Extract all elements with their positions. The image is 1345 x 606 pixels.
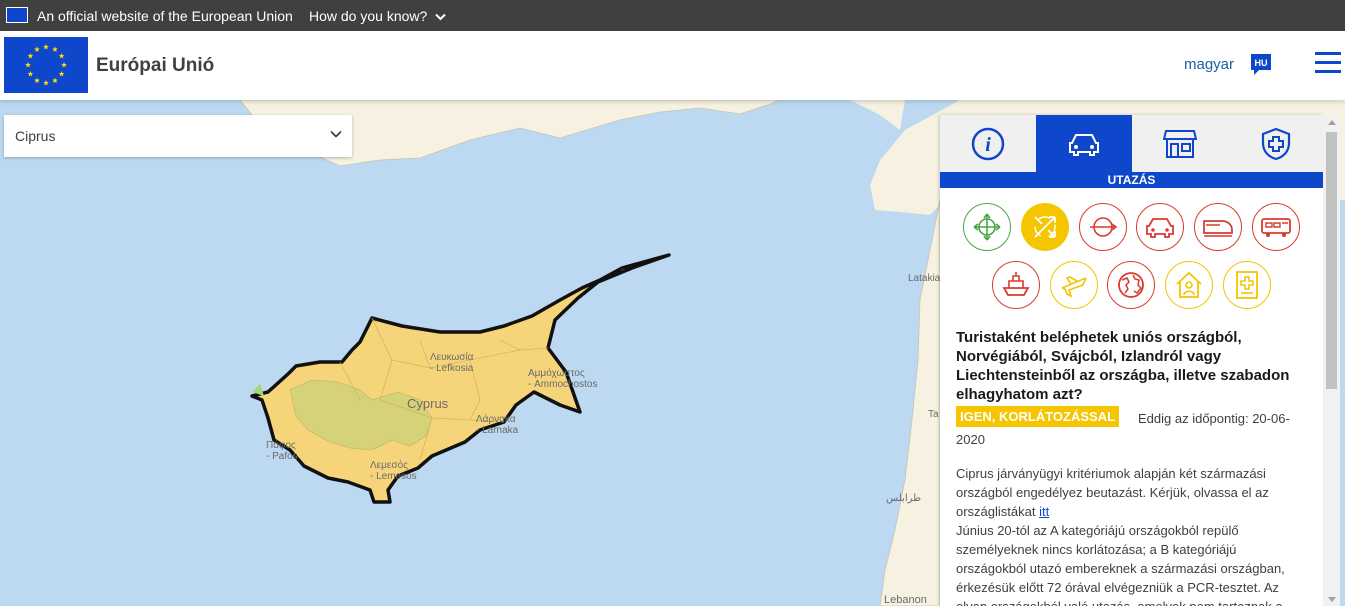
site-title[interactable]: Európai Unió [96, 55, 214, 77]
home-person-icon [1176, 271, 1202, 298]
train-icon [1203, 220, 1233, 237]
transit-icon [1090, 217, 1118, 237]
crossing-arrows-icon [1034, 216, 1056, 238]
info-panel: i UTAZÁS Turistaként beléphetek uniós or… [940, 115, 1323, 606]
country-select-value: Ciprus [15, 128, 56, 144]
panel-tabs: i [940, 115, 1323, 172]
map-label-famagusta: Αμμόχωστος - Ammochostos [528, 368, 598, 390]
category-train[interactable] [1194, 203, 1242, 251]
eu-star [34, 46, 40, 52]
tab-health[interactable] [1228, 115, 1323, 172]
tab-info[interactable]: i [940, 115, 1036, 172]
map-label-larnaca: Λάρνακα - Larnaka [476, 414, 519, 436]
bus-icon [1261, 218, 1291, 237]
eu-star [27, 71, 34, 77]
eu-star [58, 71, 65, 77]
car-icon [1146, 218, 1174, 238]
map-label-tartus: Ta [928, 409, 939, 420]
eu-logo[interactable] [4, 37, 88, 93]
eu-star [43, 44, 49, 50]
tab-travel[interactable] [1036, 115, 1132, 172]
eu-star [27, 53, 34, 59]
site-header: Európai Unió magyar HU [0, 31, 1345, 100]
eu-stars-icon [25, 44, 67, 86]
eu-star [58, 53, 65, 59]
eu-star [25, 62, 31, 68]
scroll-up-icon[interactable] [1328, 120, 1336, 125]
category-home[interactable] [1165, 261, 1213, 309]
plane-icon [1061, 276, 1087, 298]
info-icon: i [971, 127, 1005, 160]
map-label-nicosia: Λευκωσία - Lefkosia [430, 352, 474, 374]
move-arrows-icon [973, 213, 1001, 241]
eu-star [43, 80, 49, 86]
health-shield-icon [1261, 127, 1291, 160]
category-global[interactable] [1107, 261, 1155, 309]
map-label-tripoli: طرابلس [886, 493, 922, 504]
question-title: Turistaként beléphetek uniós országból, … [956, 329, 1290, 403]
category-crossing[interactable] [1021, 203, 1069, 251]
tab-shops[interactable] [1132, 115, 1228, 172]
how-do-you-know-label: How do you know? [309, 8, 428, 24]
language-badge-icon[interactable]: HU [1249, 52, 1273, 76]
valid-until-label: Eddig az időpontig: 20-06- [1138, 411, 1290, 426]
ship-icon [1002, 272, 1030, 296]
info-body-text-2: Június 20-tól az A kategóriájú országokb… [956, 523, 1285, 606]
category-transit[interactable] [1079, 203, 1127, 251]
answer-badge: IGEN, KORLÁTOZÁSSAL [956, 406, 1120, 427]
category-bus[interactable] [1252, 203, 1300, 251]
scroll-thumb[interactable] [1326, 132, 1337, 389]
globe-icon [1118, 272, 1144, 298]
category-move[interactable] [963, 203, 1011, 251]
category-health-document[interactable] [1223, 261, 1271, 309]
country-select[interactable]: Ciprus [4, 115, 352, 157]
how-do-you-know-toggle[interactable]: How do you know? [309, 8, 446, 24]
eu-official-bar: An official website of the European Unio… [0, 0, 1345, 31]
eu-flag-icon [6, 7, 28, 23]
info-body: Ciprus járványügyi kritériumok alapján k… [956, 464, 1301, 606]
store-icon [1163, 129, 1197, 158]
eu-star [61, 62, 67, 68]
car-icon [1069, 133, 1099, 156]
map-label-lebanon: Lebanon [884, 594, 927, 606]
chevron-down-icon [330, 130, 342, 138]
info-body-text-1: Ciprus járványügyi kritériumok alapján k… [956, 466, 1269, 519]
hamburger-menu-icon[interactable] [1315, 52, 1341, 74]
panel-scrollbar[interactable] [1323, 115, 1340, 606]
eu-star [52, 46, 58, 52]
chevron-down-icon [435, 14, 446, 21]
category-ship[interactable] [992, 261, 1040, 309]
map-label-paphos: Πάφος - Pafos [266, 440, 298, 462]
category-plane[interactable] [1050, 261, 1098, 309]
language-selector[interactable]: magyar [1184, 56, 1234, 73]
section-title: UTAZÁS [940, 172, 1323, 188]
language-code: HU [1255, 58, 1268, 68]
country-list-link[interactable]: itt [1039, 504, 1049, 519]
map-label-limassol: Λεμεσός - Lemesos [370, 460, 417, 482]
valid-until-year: 2020 [956, 432, 985, 447]
eu-star [52, 77, 58, 84]
health-document-icon [1236, 271, 1258, 299]
map-label-cyprus: Cyprus [407, 396, 449, 411]
official-website-text: An official website of the European Unio… [37, 8, 293, 24]
scroll-down-icon[interactable] [1328, 597, 1336, 602]
category-car[interactable] [1136, 203, 1184, 251]
map-label-latakia: Latakia [908, 273, 941, 284]
eu-star [34, 77, 40, 84]
svg-text:i: i [985, 134, 991, 156]
